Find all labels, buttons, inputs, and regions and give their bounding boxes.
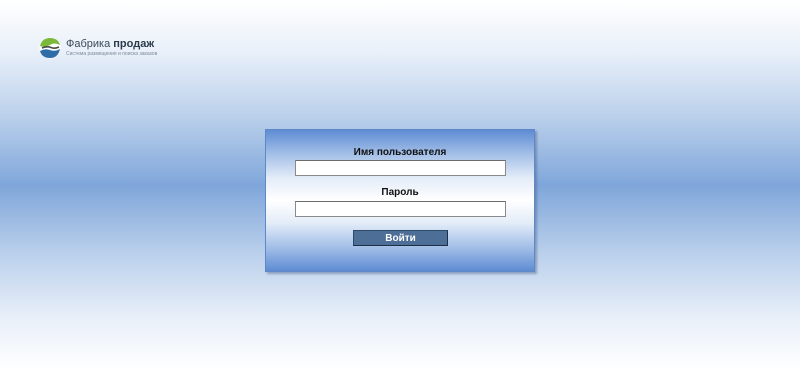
password-input[interactable] (295, 201, 506, 217)
brand-title-regular: Фабрика (66, 38, 111, 50)
globe-logo-icon (39, 37, 61, 59)
username-input[interactable] (295, 160, 506, 176)
login-panel: Имя пользователя Пароль Войти (265, 129, 535, 272)
password-label: Пароль (381, 187, 419, 198)
brand-text: Фабрика продаж Система размещения и поис… (66, 39, 157, 57)
brand-logo: Фабрика продаж Система размещения и поис… (39, 37, 157, 59)
brand-title-bold: продаж (113, 38, 155, 50)
brand-title: Фабрика продаж (66, 39, 157, 50)
username-label: Имя пользователя (353, 147, 447, 158)
login-button[interactable]: Войти (353, 230, 448, 246)
brand-subtitle: Система размещения и поиска заказов (66, 51, 158, 57)
